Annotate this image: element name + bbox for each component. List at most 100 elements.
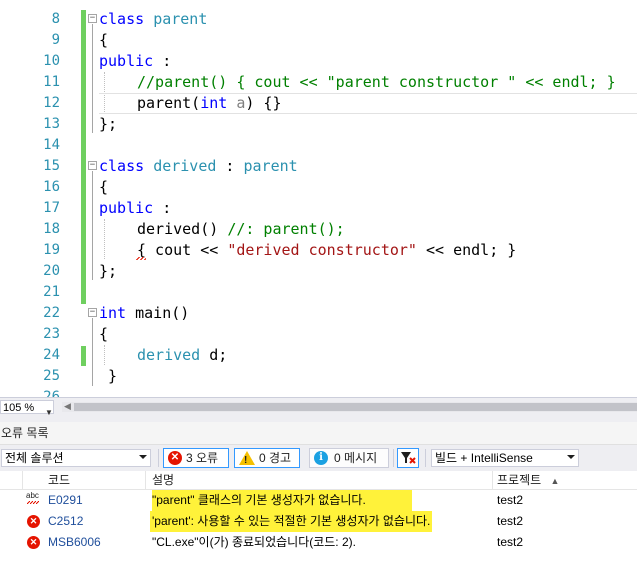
code-line-20[interactable]: 20 };	[0, 261, 637, 282]
code-line-19[interactable]: 19 { cout << "derived constructor" << en…	[0, 240, 637, 261]
filter-clear-icon	[401, 452, 416, 464]
info-icon: i	[314, 451, 328, 465]
intellisense-error-icon: abc	[26, 491, 39, 500]
error-list-grid: 코드 설명 프로젝트 ▲ abc E0291 "parent" 클래스의 기본 …	[0, 471, 637, 566]
zoom-value: 105 %	[3, 402, 35, 414]
error-row[interactable]: ✕ MSB6006 "CL.exe"이(가) 종료되었습니다(코드: 2). t…	[0, 532, 637, 553]
line-number: 17	[43, 200, 60, 216]
keyword: class	[99, 157, 145, 175]
build-filter-value: 빌드 + IntelliSense	[435, 451, 533, 465]
error-icon: ✕	[27, 515, 40, 528]
code-editor[interactable]: 8 − class parent 9 { 10 public : 11 //pa…	[0, 0, 637, 397]
code-line-11[interactable]: 11 //parent() { cout << "parent construc…	[0, 72, 637, 93]
code-line-17[interactable]: 17 public :	[0, 198, 637, 219]
line-number: 14	[43, 137, 60, 153]
line-number: 20	[43, 263, 60, 279]
code-text: {	[99, 31, 109, 49]
scope-value: 전체 솔루션	[5, 451, 64, 465]
line-number: 13	[43, 116, 60, 132]
collapse-toggle-icon[interactable]: −	[88, 161, 97, 170]
error-code-link[interactable]: E0291	[48, 490, 83, 511]
code-text: :	[216, 157, 244, 175]
error-row[interactable]: ✕ C2512 'parent': 사용할 수 있는 적절한 기본 생성자가 없…	[0, 511, 637, 532]
collapse-toggle-icon[interactable]: −	[88, 308, 97, 317]
code-line-8[interactable]: 8 − class parent	[0, 9, 637, 30]
code-text: parent(	[137, 94, 201, 112]
line-number: 11	[43, 74, 60, 90]
intellisense-squiggle-icon	[27, 501, 39, 504]
code-text: :	[153, 199, 172, 217]
error-code-link[interactable]: MSB6006	[48, 532, 101, 553]
line-number: 8	[51, 11, 60, 27]
messages-filter-button[interactable]: i 0 메시지	[309, 448, 389, 468]
line-number: 9	[51, 32, 60, 48]
panel-title[interactable]: 오류 목록	[0, 422, 637, 445]
error-description: 'parent': 사용할 수 있는 적절한 기본 생성자가 없습니다.	[150, 511, 433, 532]
line-number: 10	[43, 53, 60, 69]
code-line-9[interactable]: 9 {	[0, 30, 637, 51]
column-header-code[interactable]: 코드	[48, 471, 138, 489]
error-icon: ✕	[27, 536, 40, 549]
keyword: int	[200, 94, 228, 112]
column-divider[interactable]	[145, 471, 146, 489]
error-row[interactable]: abc E0291 "parent" 클래스의 기본 생성자가 없습니다. te…	[0, 490, 637, 511]
error-project: test2	[497, 535, 524, 549]
code-line-15[interactable]: 15 − class derived : parent	[0, 156, 637, 177]
code-text: d;	[200, 346, 228, 364]
column-header-project[interactable]: 프로젝트 ▲	[497, 471, 617, 489]
warnings-filter-label: 0 경고	[259, 451, 292, 465]
error-project: test2	[497, 514, 524, 528]
column-divider[interactable]	[22, 471, 23, 489]
code-line-23[interactable]: 23 {	[0, 324, 637, 345]
warnings-filter-button[interactable]: ! 0 경고	[234, 448, 300, 468]
code-text: };	[99, 262, 118, 280]
code-line-14[interactable]: 14	[0, 135, 637, 156]
code-text: }	[108, 367, 118, 385]
line-number: 19	[43, 242, 60, 258]
error-description: "CL.exe"이(가) 종료되었습니다(코드: 2).	[152, 535, 356, 549]
sort-ascending-icon: ▲	[550, 476, 560, 486]
code-line-18[interactable]: 18 derived() //: parent();	[0, 219, 637, 240]
keyword: class	[99, 10, 145, 28]
messages-filter-label: 0 메시지	[334, 451, 378, 465]
base-class-name: parent	[243, 157, 298, 175]
clear-filter-button[interactable]	[397, 448, 419, 468]
error-list-panel: 오류 목록 전체 솔루션 ✕ 3 오류 ! 0 경고 i 0 메시지 빌드 + …	[0, 422, 637, 566]
comment-text: //parent() { cout << "parent constructor…	[137, 73, 616, 91]
code-line-24[interactable]: 24 derived d;	[0, 345, 637, 366]
code-line-21[interactable]: 21	[0, 282, 637, 303]
class-name: derived	[153, 157, 217, 175]
column-divider[interactable]	[492, 471, 493, 489]
error-project: test2	[497, 493, 524, 507]
code-line-26[interactable]: 26	[0, 387, 637, 397]
errors-filter-button[interactable]: ✕ 3 오류	[163, 448, 229, 468]
collapse-toggle-icon[interactable]: −	[88, 14, 97, 23]
code-text: };	[99, 115, 118, 133]
keyword: int	[99, 304, 127, 322]
scroll-left-arrow-icon[interactable]: ◀	[64, 401, 71, 412]
code-text: { cout <<	[137, 241, 228, 259]
build-filter-dropdown[interactable]: 빌드 + IntelliSense	[431, 449, 579, 467]
code-line-13[interactable]: 13 };	[0, 114, 637, 135]
column-header-description[interactable]: 설명	[152, 471, 352, 489]
code-text: :	[153, 52, 172, 70]
code-text: {	[99, 325, 109, 343]
error-squiggle[interactable]	[136, 257, 146, 260]
errors-filter-label: 3 오류	[186, 451, 219, 465]
code-line-25[interactable]: 25 }	[0, 366, 637, 387]
chevron-down-icon	[139, 455, 147, 459]
scrollbar-thumb[interactable]	[74, 403, 637, 411]
line-number: 16	[43, 179, 60, 195]
error-code-link[interactable]: C2512	[48, 511, 83, 532]
line-number: 25	[43, 368, 60, 384]
scope-dropdown[interactable]: 전체 솔루션	[1, 449, 151, 467]
code-line-10[interactable]: 10 public :	[0, 51, 637, 72]
error-list-toolbar: 전체 솔루션 ✕ 3 오류 ! 0 경고 i 0 메시지 빌드 + Intell…	[0, 445, 637, 471]
code-text: {	[99, 178, 109, 196]
zoom-dropdown[interactable]: 105 % ▼	[0, 400, 54, 417]
code-line-22[interactable]: 22 − int main()	[0, 303, 637, 324]
column-header-label: 설명	[152, 473, 175, 487]
code-line-12[interactable]: 12 parent(int a) {}	[0, 93, 637, 114]
code-line-16[interactable]: 16 {	[0, 177, 637, 198]
